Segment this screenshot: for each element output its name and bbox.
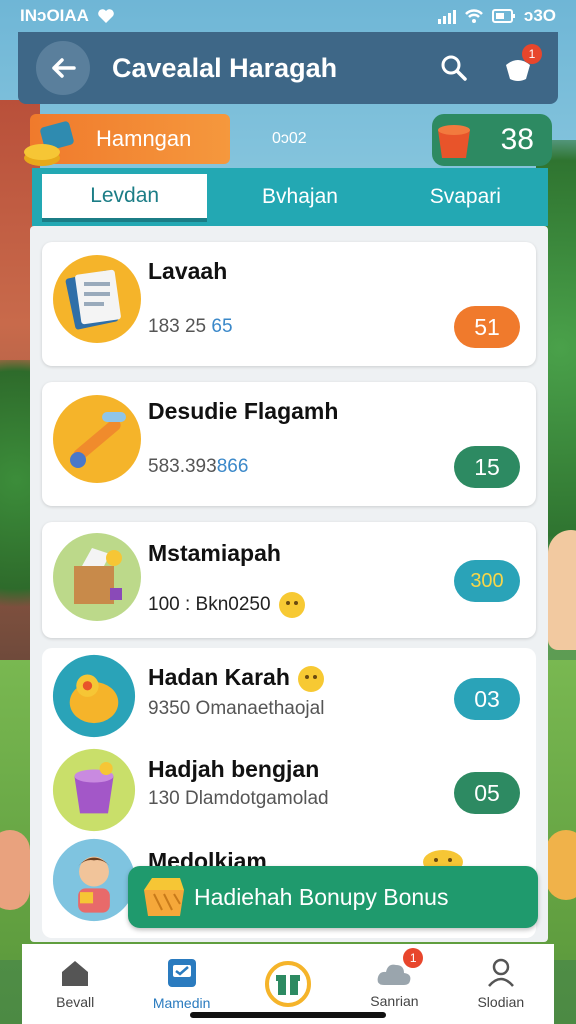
search-button[interactable] <box>434 48 474 88</box>
item-subtitle: 130 Dlamdotgamolad <box>148 788 329 809</box>
arrow-left-icon <box>52 58 76 78</box>
coins-icon <box>24 121 74 166</box>
item-value-badge[interactable]: 51 <box>454 306 520 348</box>
item-subtitle: 183 25 65 <box>148 316 233 337</box>
list-item[interactable]: Lavaah 183 25 65 51 <box>42 242 536 366</box>
item-title: Lavaah <box>148 258 228 284</box>
tab-bvhajan[interactable]: Bvhajan <box>217 168 382 226</box>
tab-levdan[interactable]: Levdan <box>42 174 208 222</box>
cup-icon <box>52 748 136 832</box>
list-item[interactable]: Hadan Karah 9350 Omanaethaojal 03 <box>42 648 536 748</box>
banner-label: Hamngan <box>96 126 192 151</box>
battery-icon <box>491 9 515 23</box>
item-subtitle: 100 : Bkn0250 <box>148 592 305 618</box>
page-title: Cavealal Haragah <box>112 52 338 83</box>
smile-icon <box>297 665 324 692</box>
nav-label: Mamedin <box>152 995 211 1011</box>
item-value-badge[interactable]: 03 <box>454 678 520 720</box>
tab-svapari[interactable]: Svapari <box>383 168 548 226</box>
list-item[interactable]: Desudie Flagamh 583.393866 15 <box>42 382 536 506</box>
pot-icon <box>52 654 136 738</box>
nav-item-slodian[interactable]: Slodian <box>448 944 554 1024</box>
home-indicator[interactable] <box>190 1012 386 1018</box>
item-subtitle: 9350 Omanaethaojal <box>148 698 325 719</box>
notification-badge: 1 <box>522 44 542 64</box>
nav-label: Slodian <box>477 994 525 1010</box>
status-time: INɔOIAA <box>20 6 89 25</box>
nav-badge: 1 <box>403 948 424 968</box>
heart-icon <box>98 9 114 23</box>
mascot-right-lower <box>546 830 576 900</box>
tasks-icon <box>167 959 196 987</box>
tab-bar: Levdan Bvhajan Svapari <box>32 168 548 226</box>
banner-mid-text: 0ɔ02 <box>272 130 307 147</box>
item-subtitle: 583.393866 <box>148 456 249 477</box>
nav-label: Bevall <box>56 994 95 1010</box>
home-icon <box>62 961 89 986</box>
bonus-label: Hadiehah Bonupy Bonus <box>194 883 449 910</box>
item-value-badge[interactable]: 300 <box>454 560 520 602</box>
bonus-button[interactable]: Hadiehah Bonupy Bonus <box>128 866 538 928</box>
signal-icon <box>437 8 456 24</box>
item-value-badge[interactable]: 15 <box>454 446 520 488</box>
nav-label: Sanrian <box>370 993 419 1009</box>
status-battery-text: ɔ3O <box>523 6 556 25</box>
list-item[interactable]: Hadjah bengjan 130 Dlamdotgamolad 05 <box>42 748 536 842</box>
wifi-icon <box>464 9 483 23</box>
mascot-left <box>0 830 30 910</box>
item-value-badge[interactable]: 05 <box>454 772 520 814</box>
points-counter-value: 38 <box>500 123 534 156</box>
smile-icon <box>278 592 305 618</box>
app-header: Cavealal Haragah 1 <box>18 32 558 104</box>
item-title: Mstamiapah <box>148 540 281 566</box>
back-button[interactable] <box>36 41 90 95</box>
profile-icon <box>487 958 514 987</box>
list-item[interactable]: Mstamiapah 100 : Bkn0250 300 <box>42 522 536 638</box>
gift-icon <box>265 961 312 1007</box>
nav-item-bevall[interactable]: Bevall <box>22 944 128 1024</box>
treasure-box-icon <box>144 878 184 916</box>
document-icon <box>53 255 141 343</box>
bucket-icon <box>438 125 470 158</box>
item-title: Hadjah bengjan <box>148 756 320 782</box>
mascot-right <box>548 530 576 650</box>
item-title: Hadan Karah <box>148 664 324 692</box>
box-icon <box>53 533 141 621</box>
status-bar: INɔOIAA ɔ3O <box>0 0 576 32</box>
item-title: Desudie Flagamh <box>148 398 339 424</box>
brush-icon <box>53 395 141 483</box>
notification-button[interactable]: 1 <box>496 44 542 90</box>
search-icon <box>441 55 467 81</box>
child-avatar-icon <box>52 838 136 922</box>
